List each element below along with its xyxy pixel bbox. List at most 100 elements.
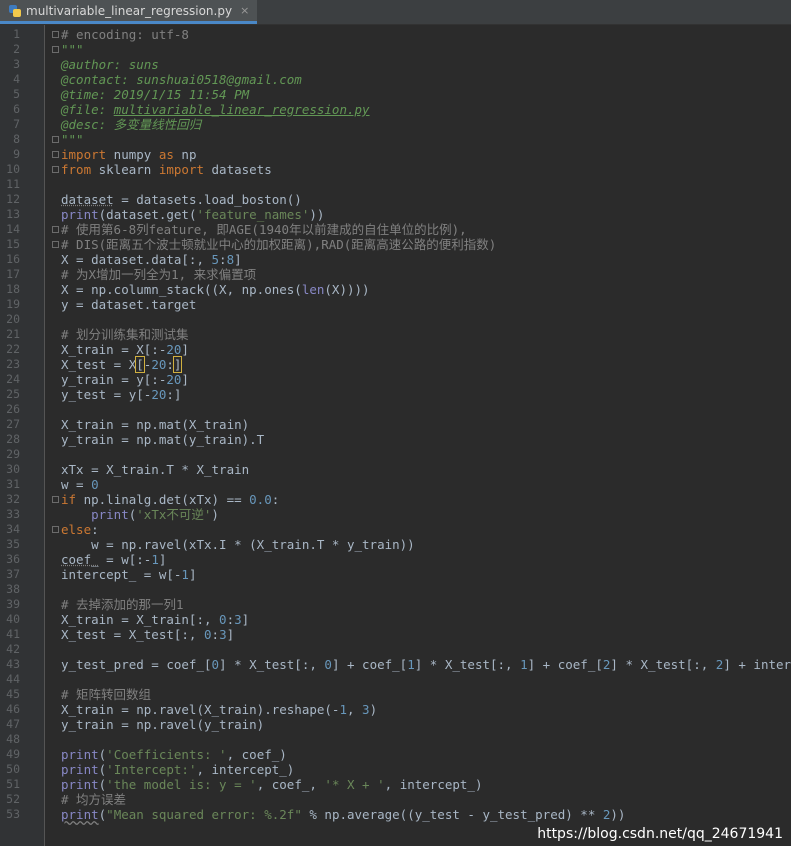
code-line[interactable]: 48 [0, 732, 791, 747]
code-text: @contact: sunshuai0518@gmail.com [61, 72, 302, 87]
code-editor[interactable]: 1 # encoding: utf-8 2 """ 3 @author: suns 4 @co… [0, 25, 791, 846]
code-text: @file: multivariable_linear_regression.p… [61, 102, 370, 117]
code-line[interactable]: 51 print('the model is: y = ', coef_, '* … [0, 777, 791, 792]
code-line[interactable]: 38 [0, 582, 791, 597]
code-line[interactable]: 46 X_train = np.ravel(X_train).reshape(-1… [0, 702, 791, 717]
code-token: y_train = np.mat(y_train).T [61, 432, 265, 447]
fold-marker-icon[interactable] [52, 166, 59, 173]
line-number: 2 [13, 42, 20, 56]
code-token: ] [226, 627, 235, 642]
code-line[interactable]: 4 @contact: sunshuai0518@gmail.com [0, 72, 791, 87]
code-line[interactable]: 35 w = np.ravel(xTx.I * (X_train.T * y_t… [0, 537, 791, 552]
code-line[interactable]: 52 # 均方误差 [0, 792, 791, 807]
code-line[interactable]: 11 [0, 177, 791, 192]
code-text: if np.linalg.det(xTx) == 0.0: [61, 492, 279, 507]
code-token: ] [158, 552, 167, 567]
code-line[interactable]: 16 X = dataset.data[:, 5:8] [0, 252, 791, 267]
code-line[interactable]: 36 coef_ = w[:-1] [0, 552, 791, 567]
code-line[interactable]: 9 import numpy as np [0, 147, 791, 162]
code-text: print('Intercept:', intercept_) [61, 762, 294, 777]
code-line[interactable]: 23 X_test = X[-20:] [0, 356, 791, 373]
code-line[interactable]: 8 """ [0, 132, 791, 147]
code-text: w = np.ravel(xTx.I * (X_train.T * y_trai… [61, 537, 415, 552]
code-token: : [219, 252, 227, 267]
close-tab-icon[interactable]: × [240, 4, 249, 17]
code-line[interactable]: 1 # encoding: utf-8 [0, 27, 791, 42]
code-line[interactable]: 26 [0, 402, 791, 417]
code-line[interactable]: 53 print("Mean squared error: %.2f" % np.… [0, 807, 791, 822]
code-token: (dataset.get( [98, 207, 197, 222]
code-line[interactable]: 37 intercept_ = w[-1] [0, 567, 791, 582]
code-line[interactable]: 19 y = dataset.target [0, 297, 791, 312]
code-line[interactable]: 40 X_train = X_train[:, 0:3] [0, 612, 791, 627]
code-line[interactable]: 30 xTx = X_train.T * X_train [0, 462, 791, 477]
code-text: # encoding: utf-8 [61, 27, 189, 42]
code-line[interactable]: 47 y_train = np.ravel(y_train) [0, 717, 791, 732]
code-token: X_train = np.ravel(X_train).reshape(- [61, 702, 340, 717]
code-line[interactable]: 33 print('xTx不可逆') [0, 507, 791, 522]
line-number: 42 [6, 642, 20, 656]
line-number: 39 [6, 597, 20, 611]
code-token: import [158, 162, 204, 177]
code-token: 'Coefficients: ' [106, 747, 227, 762]
code-line[interactable]: 50 print('Intercept:', intercept_) [0, 762, 791, 777]
line-number: 50 [6, 762, 20, 776]
fold-marker-icon[interactable] [52, 526, 59, 533]
code-text: """ [61, 132, 84, 147]
code-line[interactable]: 39 # 去掉添加的那一列1 [0, 597, 791, 612]
code-token: np [173, 147, 197, 162]
code-token: y_test_pred = coef_[ [61, 657, 212, 672]
code-line[interactable]: 14 # 使用第6-8列feature, 即AGE(1940年以前建成的自住单位的… [0, 222, 791, 237]
fold-marker-icon[interactable] [52, 151, 59, 158]
code-line[interactable]: 42 [0, 642, 791, 657]
code-line[interactable]: 12 dataset = datasets.load_boston() [0, 192, 791, 207]
line-number: 40 [6, 612, 20, 626]
code-line[interactable]: 3 @author: suns [0, 57, 791, 72]
code-line[interactable]: 2 """ [0, 42, 791, 57]
line-number: 38 [6, 582, 20, 596]
code-line[interactable]: 21 # 划分训练集和测试集 [0, 327, 791, 342]
code-line[interactable]: 22 X_train = X[:-20] [0, 342, 791, 357]
code-line[interactable]: 7 @desc: 多变量线性回归 [0, 117, 791, 132]
code-token: X_train = X[:- [61, 342, 167, 357]
code-line[interactable]: 49 print('Coefficients: ', coef_) [0, 747, 791, 762]
fold-marker-icon[interactable] [52, 496, 59, 503]
code-token: 0 [219, 612, 227, 627]
code-line[interactable]: 13 print(dataset.get('feature_names')) [0, 207, 791, 222]
code-line[interactable]: 32 if np.linalg.det(xTx) == 0.0: [0, 492, 791, 507]
code-line[interactable]: 45 # 矩阵转回数组 [0, 687, 791, 702]
code-line[interactable]: 20 [0, 312, 791, 327]
code-line[interactable]: 44 [0, 672, 791, 687]
code-line[interactable]: 28 y_train = np.mat(y_train).T [0, 432, 791, 447]
line-number: 32 [6, 492, 20, 506]
code-line[interactable]: 6 @file: multivariable_linear_regression.… [0, 102, 791, 117]
code-line[interactable]: 31 w = 0 [0, 477, 791, 492]
code-line[interactable]: 43 y_test_pred = coef_[0] * X_test[:, 0] … [0, 657, 791, 672]
code-line[interactable]: 24 y_train = y[:-20] [0, 372, 791, 387]
code-line[interactable]: 27 X_train = np.mat(X_train) [0, 417, 791, 432]
line-number: 47 [6, 717, 20, 731]
fold-marker-icon[interactable] [52, 241, 59, 248]
fold-marker-icon[interactable] [52, 31, 59, 38]
code-line[interactable]: 5 @time: 2019/1/15 11:54 PM [0, 87, 791, 102]
file-tab[interactable]: multivariable_linear_regression.py × [0, 0, 258, 24]
code-token: @contact: sunshuai0518@gmail.com [61, 72, 302, 87]
code-text: X_train = np.ravel(X_train).reshape(-1, … [61, 702, 377, 717]
fold-marker-icon[interactable] [52, 226, 59, 233]
line-number: 45 [6, 687, 20, 701]
code-line[interactable]: 17 # 为X增加一列全为1, 来求偏置项 [0, 267, 791, 282]
fold-marker-icon[interactable] [52, 46, 59, 53]
fold-marker-icon[interactable] [52, 136, 59, 143]
code-line[interactable]: 29 [0, 447, 791, 462]
code-token: dataset [61, 192, 114, 207]
code-line[interactable]: 34 else: [0, 522, 791, 537]
code-token: @desc: 多变量线性回归 [61, 117, 202, 132]
code-line[interactable]: 18 X = np.column_stack((X, np.ones(len(X)… [0, 282, 791, 297]
code-line[interactable]: 25 y_test = y[-20:] [0, 387, 791, 402]
code-line[interactable]: 41 X_test = X_test[:, 0:3] [0, 627, 791, 642]
code-line[interactable]: 10 from sklearn import datasets [0, 162, 791, 177]
code-token: 3 [362, 702, 370, 717]
code-line[interactable]: 15 # DIS(距离五个波士顿就业中心的加权距离),RAD(距离高速公路的便利指… [0, 237, 791, 252]
line-number: 19 [6, 297, 20, 311]
code-text: X_test = X[-20:] [61, 356, 183, 373]
